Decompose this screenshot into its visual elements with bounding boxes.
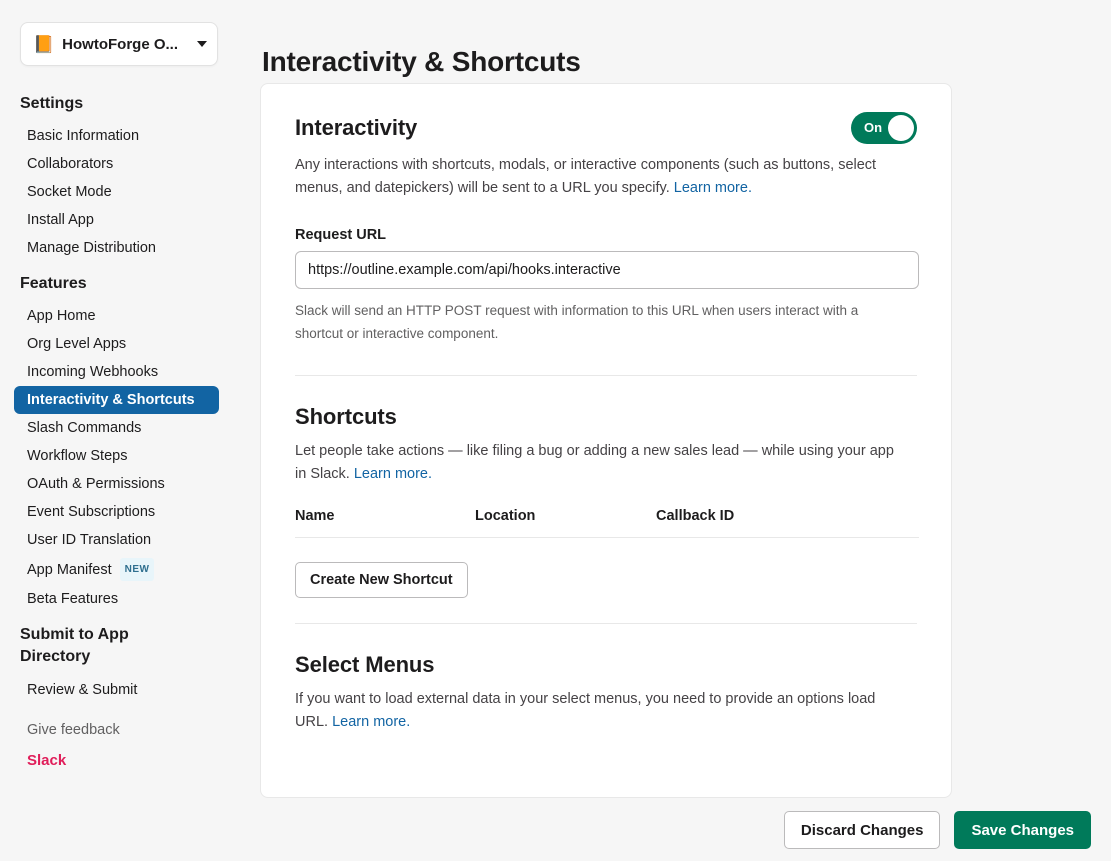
select-menus-learn-more-link[interactable]: Learn more. <box>332 714 410 730</box>
app-selector-dropdown[interactable]: 📙 HowtoForge O... <box>20 22 218 66</box>
sidebar-item-label: App Manifest <box>27 562 112 578</box>
shortcuts-learn-more-link[interactable]: Learn more. <box>354 466 432 482</box>
nav-heading-features: Features <box>20 275 87 292</box>
sidebar-item-basic-information[interactable]: Basic Information <box>0 122 240 150</box>
new-badge: NEW <box>119 558 155 581</box>
main-content: Interactivity & Shortcuts Interactivity … <box>240 0 1111 861</box>
interactivity-description: Any interactions with shortcuts, modals,… <box>295 154 907 200</box>
interactivity-description-text: Any interactions with shortcuts, modals,… <box>295 157 877 196</box>
nav-heading-settings: Settings <box>20 95 84 112</box>
request-url-input[interactable] <box>295 251 919 289</box>
card-inner: Interactivity On Any interactions with s… <box>261 84 951 734</box>
app-selector-label: HowtoForge O... <box>62 35 178 53</box>
sidebar-item-slash-commands[interactable]: Slash Commands <box>0 414 240 442</box>
shortcuts-title: Shortcuts <box>295 404 397 429</box>
interactivity-title: Interactivity <box>295 115 418 140</box>
chevron-down-icon <box>197 41 207 47</box>
sidebar-item-interactivity-and-shortcuts[interactable]: Interactivity & Shortcuts <box>14 386 219 414</box>
interactivity-header: Interactivity On <box>295 112 917 144</box>
section-shortcuts: Shortcuts Let people take actions — like… <box>295 376 919 624</box>
sidebar-item-install-app[interactable]: Install App <box>0 206 240 234</box>
sidebar-item-oauth-and-permissions[interactable]: OAuth & Permissions <box>0 470 240 498</box>
create-new-shortcut-button[interactable]: Create New Shortcut <box>295 562 468 598</box>
sidebar-item-user-id-translation[interactable]: User ID Translation <box>0 526 240 554</box>
footer-action-bar: Discard Changes Save Changes <box>0 799 1111 861</box>
column-header-callback-id: Callback ID <box>656 508 919 538</box>
request-url-label: Request URL <box>295 227 387 243</box>
toggle-knob <box>888 115 914 141</box>
column-header-name: Name <box>295 508 475 538</box>
sidebar-item-review-and-submit[interactable]: Review & Submit <box>0 676 240 704</box>
table-header-row: Name Location Callback ID <box>295 508 919 538</box>
discard-changes-button[interactable]: Discard Changes <box>783 811 941 849</box>
select-menus-title: Select Menus <box>295 652 435 677</box>
sidebar-item-workflow-steps[interactable]: Workflow Steps <box>0 442 240 470</box>
page-title: Interactivity & Shortcuts <box>262 45 581 77</box>
toggle-state-label: On <box>864 120 883 135</box>
column-header-location: Location <box>475 508 656 538</box>
sidebar-item-org-level-apps[interactable]: Org Level Apps <box>0 330 240 358</box>
sidebar-nav: Settings Basic Information Collaborators… <box>0 82 240 769</box>
sidebar-item-incoming-webhooks[interactable]: Incoming Webhooks <box>0 358 240 386</box>
section-select-menus: Select Menus If you want to load externa… <box>295 624 917 734</box>
open-book-icon: 📙 <box>33 34 55 54</box>
interactivity-toggle[interactable]: On <box>851 112 917 144</box>
sidebar-item-socket-mode[interactable]: Socket Mode <box>0 178 240 206</box>
section-interactivity: Interactivity On Any interactions with s… <box>295 84 919 376</box>
sidebar: 📙 HowtoForge O... Settings Basic Informa… <box>0 0 240 861</box>
sidebar-item-beta-features[interactable]: Beta Features <box>0 585 240 613</box>
settings-card: Interactivity On Any interactions with s… <box>260 83 952 798</box>
nav-heading-submit-to-app-directory: Submit to App Directory <box>20 626 129 665</box>
sidebar-item-app-home[interactable]: App Home <box>0 302 240 330</box>
interactivity-learn-more-link[interactable]: Learn more. <box>674 180 752 196</box>
sidebar-item-event-subscriptions[interactable]: Event Subscriptions <box>0 498 240 526</box>
shortcuts-table-head: Name Location Callback ID <box>295 508 919 538</box>
app-root: 📙 HowtoForge O... Settings Basic Informa… <box>0 0 1111 861</box>
save-changes-button[interactable]: Save Changes <box>954 811 1091 849</box>
request-url-help-text: Slack will send an HTTP POST request wit… <box>295 303 859 341</box>
shortcuts-description: Let people take actions — like filing a … <box>295 440 907 486</box>
sidebar-item-collaborators[interactable]: Collaborators <box>0 150 240 178</box>
select-menus-description: If you want to load external data in you… <box>295 688 907 734</box>
sidebar-item-app-manifest[interactable]: App Manifest NEW <box>0 554 240 585</box>
slack-logo: Slack <box>27 752 67 769</box>
give-feedback-link[interactable]: Give feedback <box>0 718 240 742</box>
shortcuts-table: Name Location Callback ID <box>295 508 919 538</box>
sidebar-item-manage-distribution[interactable]: Manage Distribution <box>0 234 240 262</box>
